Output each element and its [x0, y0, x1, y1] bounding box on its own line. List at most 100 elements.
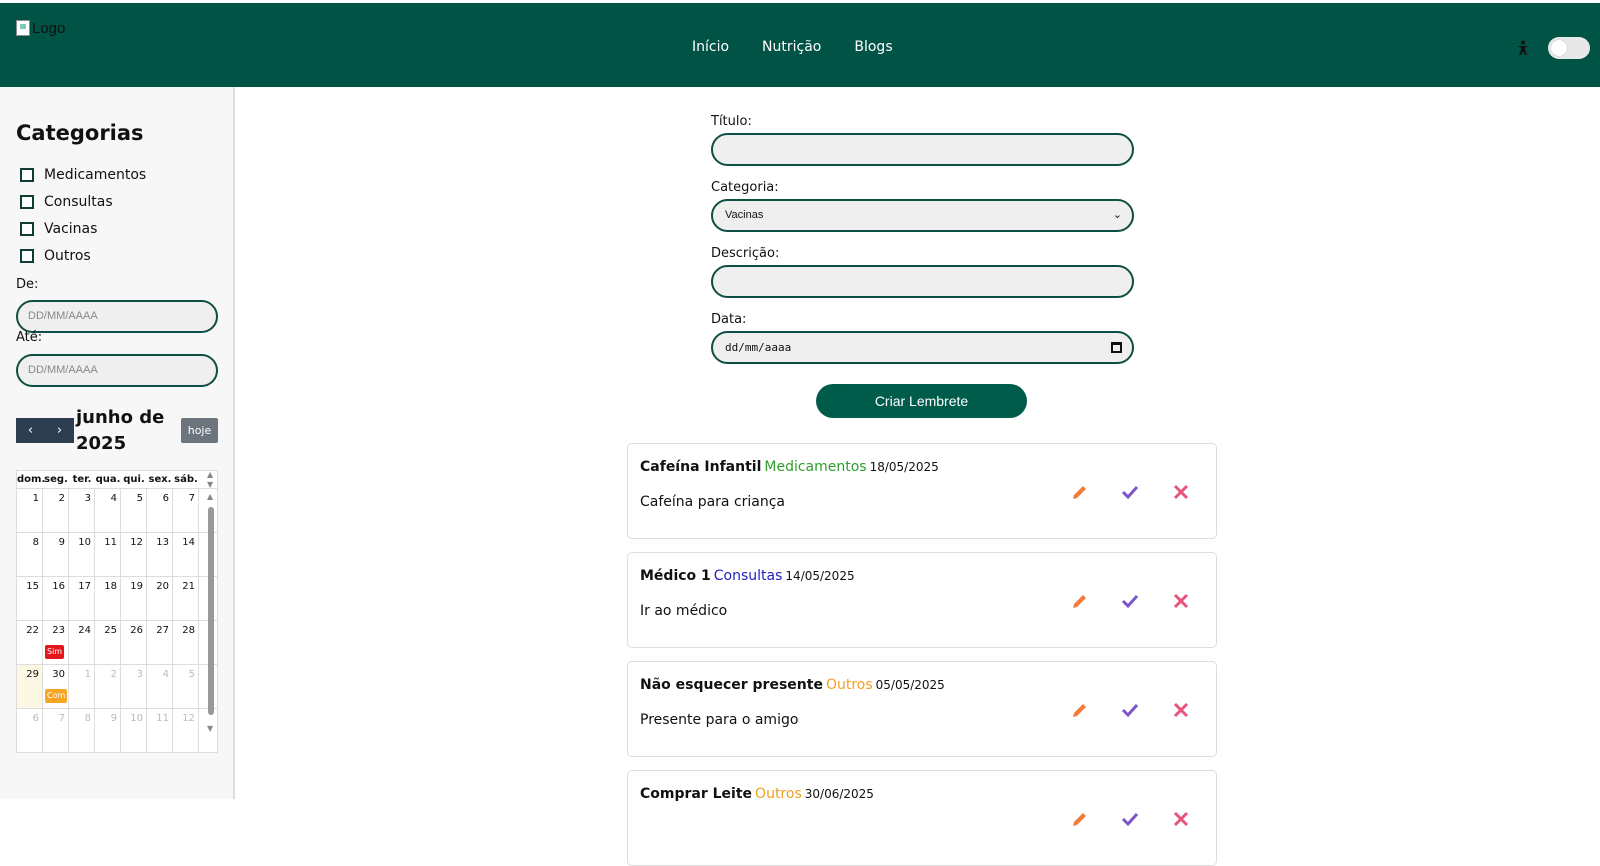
calendar-event[interactable]: Sim	[45, 645, 65, 659]
calendar-grid: dom. seg. ter. qua. qui. sex. sáb. 1 2 3 4 5 6 7 8 9 10…	[16, 470, 218, 753]
calendar-day[interactable]: 5	[121, 489, 147, 532]
calendar-day[interactable]: 3	[69, 489, 95, 532]
calendar-day[interactable]: 26	[121, 621, 147, 664]
nav-blogs[interactable]: Blogs	[854, 39, 892, 55]
theme-toggle[interactable]	[1548, 37, 1590, 59]
calendar-day[interactable]: 15	[17, 577, 43, 620]
chevron-down-icon: ⌄	[1112, 209, 1122, 221]
nav-inicio[interactable]: Início	[692, 39, 729, 55]
checkbox[interactable]	[20, 195, 34, 209]
calendar-day[interactable]: 10	[69, 533, 95, 576]
calendar-icon[interactable]	[1111, 342, 1122, 353]
calendar-day[interactable]: 7	[43, 709, 69, 752]
calendar-day-number: 5	[188, 669, 195, 680]
calendar-day[interactable]: 3	[121, 665, 147, 708]
calendar-day-number: 18	[104, 581, 117, 592]
calendar-day[interactable]: 14	[173, 533, 199, 576]
calendar-day[interactable]: 12	[121, 533, 147, 576]
calendar-day[interactable]: 11	[147, 709, 173, 752]
create-reminder-button[interactable]: Criar Lembrete	[816, 384, 1027, 418]
sidebar: Categorias Medicamentos Consultas Vacina…	[0, 87, 235, 799]
calendar-day[interactable]: 25	[95, 621, 121, 664]
calendar-day-number: 8	[84, 713, 91, 724]
calendar-day[interactable]: 2	[95, 665, 121, 708]
calendar-day-number: 7	[58, 713, 65, 724]
edit-icon[interactable]	[1070, 591, 1090, 611]
checkbox[interactable]	[20, 168, 34, 182]
category-filter-consultas[interactable]: Consultas	[20, 194, 113, 210]
check-icon[interactable]	[1120, 591, 1140, 611]
calendar-day[interactable]: 19	[121, 577, 147, 620]
calendar-day[interactable]: 9	[43, 533, 69, 576]
calendar-day[interactable]: 2	[43, 489, 69, 532]
to-date-input[interactable]: DD/MM/AAAA	[16, 354, 218, 387]
calendar-day[interactable]: 8	[17, 533, 43, 576]
calendar-day[interactable]: 6	[17, 709, 43, 752]
category-filter-vacinas[interactable]: Vacinas	[20, 221, 97, 237]
category-filter-medicamentos[interactable]: Medicamentos	[20, 167, 146, 183]
edit-icon[interactable]	[1070, 482, 1090, 502]
calendar-next-button[interactable]: ›	[45, 418, 74, 443]
titulo-input[interactable]	[711, 133, 1134, 166]
scroll-down-icon[interactable]: ▼	[207, 724, 213, 733]
calendar-day[interactable]: 30 Com	[43, 665, 69, 708]
calendar-day[interactable]: 9	[95, 709, 121, 752]
edit-icon[interactable]	[1070, 809, 1090, 829]
checkbox[interactable]	[20, 249, 34, 263]
calendar-day[interactable]: 18	[95, 577, 121, 620]
calendar-day[interactable]: 20	[147, 577, 173, 620]
calendar-day[interactable]: 12	[173, 709, 199, 752]
calendar-event[interactable]: Com	[45, 689, 68, 703]
scroll-thumb[interactable]	[208, 507, 214, 715]
calendar-day[interactable]: 4	[95, 489, 121, 532]
categoria-select[interactable]: Vacinas ⌄	[711, 199, 1134, 232]
calendar-day[interactable]: 10	[121, 709, 147, 752]
calendar-day[interactable]: 21	[173, 577, 199, 620]
reminder-category: Medicamentos	[764, 459, 867, 475]
scroll-down-icon[interactable]: ▼	[207, 480, 213, 489]
calendar-day[interactable]: 8	[69, 709, 95, 752]
calendar-day[interactable]: 13	[147, 533, 173, 576]
calendar-prev-button[interactable]: ‹	[16, 418, 45, 443]
calendar-scrollbar[interactable]: ▲ ▼ ▲ ▼	[205, 470, 217, 736]
calendar-day[interactable]: 11	[95, 533, 121, 576]
calendar-day[interactable]: 4	[147, 665, 173, 708]
calendar-day[interactable]: 17	[69, 577, 95, 620]
logo[interactable]: Logo	[16, 20, 65, 37]
check-icon[interactable]	[1120, 482, 1140, 502]
calendar-day[interactable]: 28	[173, 621, 199, 664]
calendar-day[interactable]: 6	[147, 489, 173, 532]
calendar-day[interactable]: 5	[173, 665, 199, 708]
calendar-day[interactable]: 1	[69, 665, 95, 708]
calendar-day[interactable]: 24	[69, 621, 95, 664]
reminder-header: Médico 1 Consultas 14/05/2025	[640, 568, 855, 584]
calendar-day-number: 7	[188, 493, 195, 504]
calendar-weekday: dom.	[17, 474, 46, 485]
calendar-day[interactable]: 16	[43, 577, 69, 620]
scroll-up-icon[interactable]: ▲	[207, 470, 213, 479]
calendar-day[interactable]: 27	[147, 621, 173, 664]
check-icon[interactable]	[1120, 700, 1140, 720]
from-date-input[interactable]: DD/MM/AAAA	[16, 300, 218, 333]
calendar-day[interactable]: 22	[17, 621, 43, 664]
sidebar-title: Categorias	[16, 121, 144, 145]
delete-icon[interactable]	[1171, 482, 1191, 502]
category-filter-outros[interactable]: Outros	[20, 248, 91, 264]
delete-icon[interactable]	[1171, 591, 1191, 611]
calendar-day[interactable]: 29	[17, 665, 43, 708]
calendar-today-button[interactable]: hoje	[181, 418, 218, 443]
calendar-day[interactable]: 1	[17, 489, 43, 532]
checkbox[interactable]	[20, 222, 34, 236]
delete-icon[interactable]	[1171, 700, 1191, 720]
descricao-input[interactable]	[711, 265, 1134, 298]
nav-nutricao[interactable]: Nutrição	[762, 39, 821, 55]
scroll-up-icon[interactable]: ▲	[207, 492, 213, 501]
accessibility-icon[interactable]	[1516, 40, 1530, 56]
check-icon[interactable]	[1120, 809, 1140, 829]
delete-icon[interactable]	[1171, 809, 1191, 829]
calendar-day[interactable]: 7	[173, 489, 199, 532]
data-input[interactable]: dd/mm/aaaa	[711, 331, 1134, 364]
main-nav: Início Nutrição Blogs	[692, 39, 893, 55]
calendar-day[interactable]: 23 Sim	[43, 621, 69, 664]
edit-icon[interactable]	[1070, 700, 1090, 720]
